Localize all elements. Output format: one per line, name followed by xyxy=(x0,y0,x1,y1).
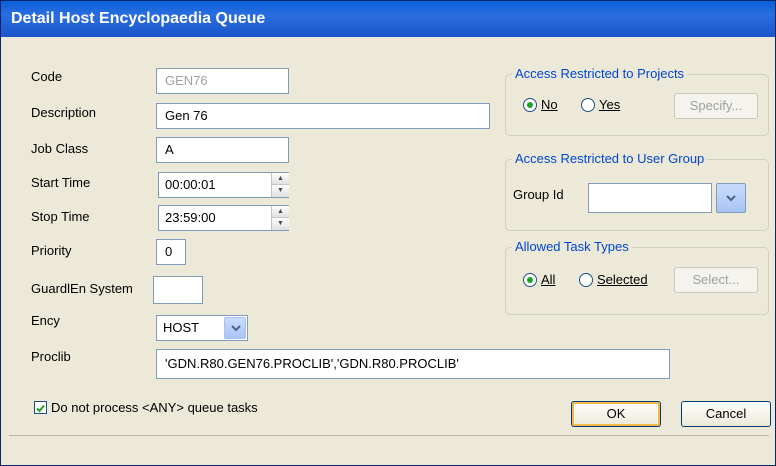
specify-button[interactable]: Specify... xyxy=(674,93,758,119)
projects-yes-label: Yes xyxy=(599,97,621,112)
projects-no-radio[interactable]: No xyxy=(523,97,558,112)
description-label: Description xyxy=(31,105,97,120)
task-types-selected-radio[interactable]: Selected xyxy=(579,272,648,287)
radio-selected-icon xyxy=(523,272,537,287)
code-label: Code xyxy=(31,69,63,84)
start-time-value: 00:00:01 xyxy=(165,177,216,192)
stop-time-down-arrow-icon[interactable]: ▼ xyxy=(272,218,289,230)
ency-select[interactable]: HOST xyxy=(156,315,248,341)
projects-yes-radio[interactable]: Yes xyxy=(581,97,620,112)
description-field[interactable]: Gen 76 xyxy=(156,103,490,129)
do-not-process-label: Do not process <ANY> queue tasks xyxy=(51,400,258,415)
job-class-label: Job Class xyxy=(31,141,89,156)
ency-label: Ency xyxy=(31,313,60,328)
stop-time-spinner[interactable]: 23:59:00 ▲ ▼ xyxy=(158,205,289,231)
group-id-dropdown-arrow-icon[interactable] xyxy=(716,183,746,213)
access-user-group-legend: Access Restricted to User Group xyxy=(512,151,708,166)
start-time-spinner[interactable]: 00:00:01 ▲ ▼ xyxy=(158,172,289,198)
priority-field[interactable]: 0 xyxy=(156,239,186,265)
guardlen-system-label: GuardlEn System xyxy=(31,281,133,296)
start-time-up-arrow-icon[interactable]: ▲ xyxy=(272,173,289,185)
radio-unselected-icon xyxy=(581,97,595,112)
task-types-all-label: All xyxy=(541,272,556,287)
radio-selected-icon xyxy=(523,97,537,112)
projects-no-label: No xyxy=(541,97,558,112)
ency-value: HOST xyxy=(163,320,200,335)
start-time-down-arrow-icon[interactable]: ▼ xyxy=(272,185,289,197)
radio-unselected-icon xyxy=(579,272,593,287)
start-time-label: Start Time xyxy=(31,175,91,190)
dialog-window: Detail Host Encyclopaedia Queue Code GEN… xyxy=(0,0,776,466)
access-projects-legend: Access Restricted to Projects xyxy=(512,66,688,81)
ok-button[interactable]: OK xyxy=(571,401,661,427)
task-types-selected-label: Selected xyxy=(597,272,648,287)
priority-label: Priority xyxy=(31,243,72,258)
code-field: GEN76 xyxy=(156,68,289,94)
do-not-process-checkbox[interactable] xyxy=(34,401,47,414)
job-class-field[interactable]: A xyxy=(156,137,289,163)
proclib-label: Proclib xyxy=(31,349,71,364)
group-id-field[interactable] xyxy=(588,183,712,213)
cancel-button[interactable]: Cancel xyxy=(681,401,771,427)
stop-time-value: 23:59:00 xyxy=(165,210,216,225)
guardlen-system-field[interactable] xyxy=(153,276,203,304)
select-button[interactable]: Select... xyxy=(674,267,758,293)
ency-dropdown-arrow-icon[interactable] xyxy=(224,317,246,339)
window-title: Detail Host Encyclopaedia Queue xyxy=(1,1,775,37)
checkmark-icon xyxy=(36,404,45,413)
stop-time-label: Stop Time xyxy=(31,209,90,224)
stop-time-up-arrow-icon[interactable]: ▲ xyxy=(272,206,289,218)
status-bar xyxy=(9,435,769,465)
proclib-field[interactable]: 'GDN.R80.GEN76.PROCLIB','GDN.R80.PROCLIB… xyxy=(156,349,670,379)
allowed-task-types-legend: Allowed Task Types xyxy=(512,239,632,254)
task-types-all-radio[interactable]: All xyxy=(523,272,555,287)
group-id-label: Group Id xyxy=(513,187,564,202)
